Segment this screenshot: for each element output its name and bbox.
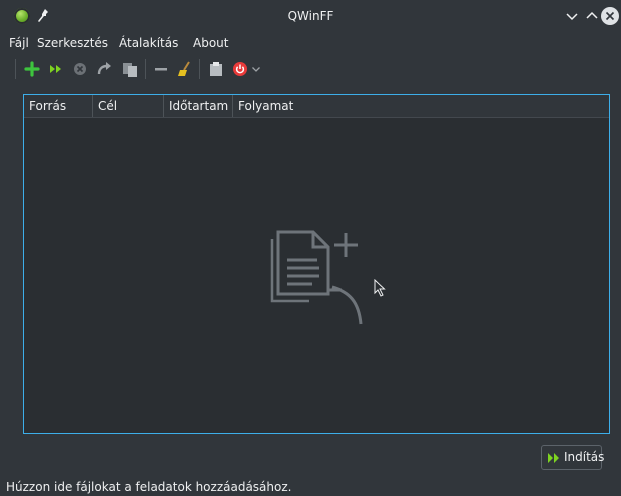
remove-icon[interactable] xyxy=(151,59,171,79)
menu-edit[interactable]: Szerkesztés xyxy=(37,36,108,50)
redo-icon[interactable] xyxy=(94,59,114,79)
chevron-down-icon[interactable] xyxy=(250,59,262,79)
toolbar-separator xyxy=(145,59,146,79)
fast-forward-icon[interactable] xyxy=(46,59,66,79)
menu-about[interactable]: About xyxy=(193,36,228,50)
add-file-icon[interactable] xyxy=(22,59,42,79)
column-duration[interactable]: Időtartam xyxy=(164,95,233,117)
toolbar-separator xyxy=(15,59,16,79)
menu-bar: Fájl Szerkesztés Átalakítás About xyxy=(0,33,621,53)
maximize-button[interactable] xyxy=(583,7,601,25)
paste-icon[interactable] xyxy=(206,59,226,79)
task-list-header: Forrás Cél Időtartam Folyamat xyxy=(24,95,609,118)
window-title: QWinFF xyxy=(287,9,334,23)
clear-list-icon[interactable] xyxy=(175,59,195,79)
minimize-button[interactable] xyxy=(563,7,581,25)
title-bar: QWinFF xyxy=(0,0,621,32)
task-list[interactable]: Forrás Cél Időtartam Folyamat xyxy=(23,94,610,434)
start-button-label: Indítás xyxy=(564,450,605,464)
copy-icon[interactable] xyxy=(120,59,140,79)
menu-file[interactable]: Fájl xyxy=(9,36,29,50)
column-progress[interactable]: Folyamat xyxy=(233,95,609,117)
toolbar xyxy=(0,56,621,82)
toolbar-separator xyxy=(199,59,200,79)
menu-convert[interactable]: Átalakítás xyxy=(119,36,178,50)
drop-files-icon xyxy=(270,230,363,325)
fast-forward-icon xyxy=(548,453,559,463)
start-button[interactable]: Indítás xyxy=(541,445,605,470)
close-button[interactable] xyxy=(601,7,619,25)
cancel-icon[interactable] xyxy=(70,59,90,79)
column-destination[interactable]: Cél xyxy=(93,95,164,117)
mouse-cursor-icon xyxy=(374,279,386,297)
column-source[interactable]: Forrás xyxy=(24,95,93,117)
status-bar-text: Húzzon ide fájlokat a feladatok hozzáadá… xyxy=(6,480,292,494)
power-icon[interactable] xyxy=(230,59,250,79)
